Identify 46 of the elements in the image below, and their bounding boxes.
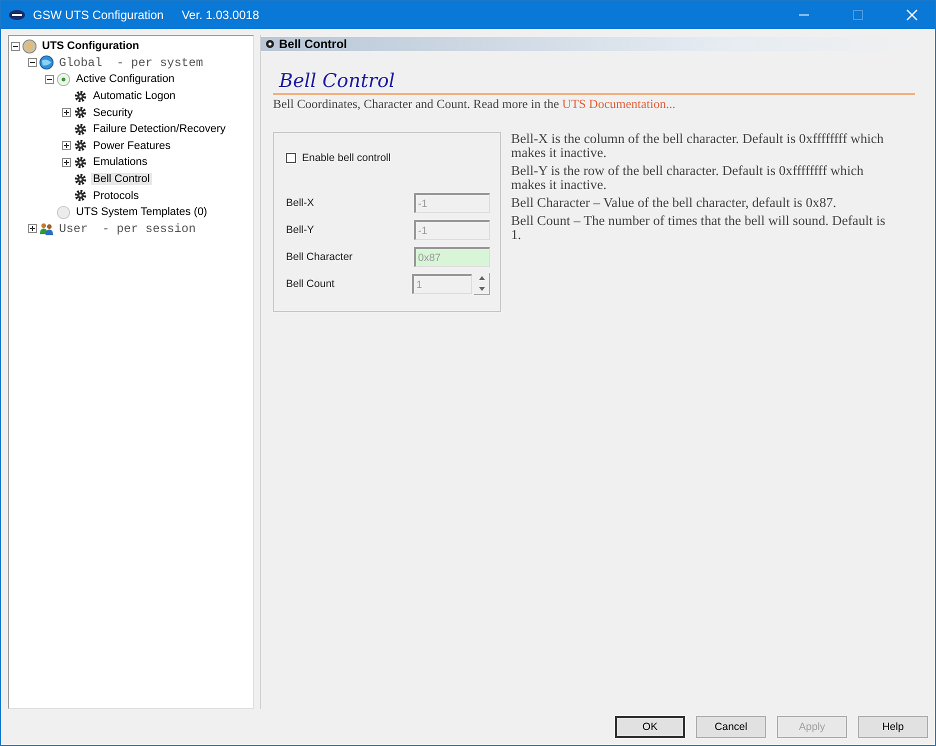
help-text: Bell-Y is the row of the bell character. Default is 0xffffffff which makes it inactive. — [511, 164, 865, 192]
tree-item[interactable]: Failure Detection/Recovery — [91, 123, 228, 136]
field-label: Bell-X — [286, 197, 316, 209]
page-title: Bell Control — [273, 69, 915, 95]
tree-item[interactable]: Global - per system — [57, 56, 206, 70]
tree-item[interactable]: Active Configuration — [74, 73, 176, 86]
expander-icon[interactable] — [28, 224, 37, 234]
tree-item[interactable]: UTS Configuration — [40, 40, 142, 52]
tree-item[interactable]: Protocols — [91, 190, 141, 202]
tree-item[interactable]: UTS System Templates (0) — [74, 206, 210, 218]
dialog-button[interactable]: Cancel — [696, 716, 766, 738]
window-title: GSW UTS Configuration — [33, 8, 164, 22]
expander-icon[interactable] — [62, 158, 71, 167]
close-icon — [906, 9, 918, 21]
users-icon — [39, 221, 54, 236]
expander-icon[interactable] — [62, 141, 71, 150]
down-arrow-icon — [478, 286, 485, 291]
circle-icon — [56, 204, 71, 220]
enable-checkbox[interactable]: Enable bell controll — [286, 152, 391, 164]
expander-icon[interactable] — [11, 42, 20, 51]
help-text: Bell Character – Value of the bell character, default is 0x87. — [511, 196, 838, 210]
field-label: Bell Count — [286, 278, 336, 290]
tree-item[interactable]: Emulations — [91, 156, 150, 168]
panel-header-title: Bell Control — [279, 37, 347, 51]
tree-item[interactable]: User - per session — [57, 222, 198, 236]
dialog-button[interactable]: Help — [858, 716, 928, 738]
expander-icon[interactable] — [45, 74, 54, 84]
page-subtitle: Bell Coordinates, Character and Count. Read more in the UTS Documentation... — [273, 97, 676, 112]
maximize-icon — [852, 9, 864, 21]
radio-icon — [56, 72, 71, 87]
help-text: Bell-X is the column of the bell character. Default is 0xffffffff which makes it inactive. — [511, 132, 885, 160]
spinner-button[interactable] — [474, 273, 490, 295]
field-label: Bell-Y — [286, 224, 316, 236]
up-arrow-icon — [478, 276, 485, 280]
expander-icon[interactable] — [62, 108, 71, 118]
dialog-button[interactable]: OK — [615, 716, 685, 738]
app-icon — [9, 9, 25, 21]
field-label: Bell Character — [286, 251, 354, 263]
tree-item[interactable]: Security — [91, 106, 135, 119]
help-text: Bell Count – The number of times that the bell will sound. Default is 1. — [511, 214, 886, 242]
version-label: Ver. 1.03.0018 — [182, 8, 260, 22]
tree-item[interactable]: Automatic Logon — [91, 90, 178, 102]
expander-icon[interactable] — [28, 58, 37, 68]
globe-icon — [39, 55, 54, 70]
tree-item[interactable]: Bell Control — [91, 173, 152, 186]
tree-item[interactable]: Power Features — [91, 140, 173, 152]
